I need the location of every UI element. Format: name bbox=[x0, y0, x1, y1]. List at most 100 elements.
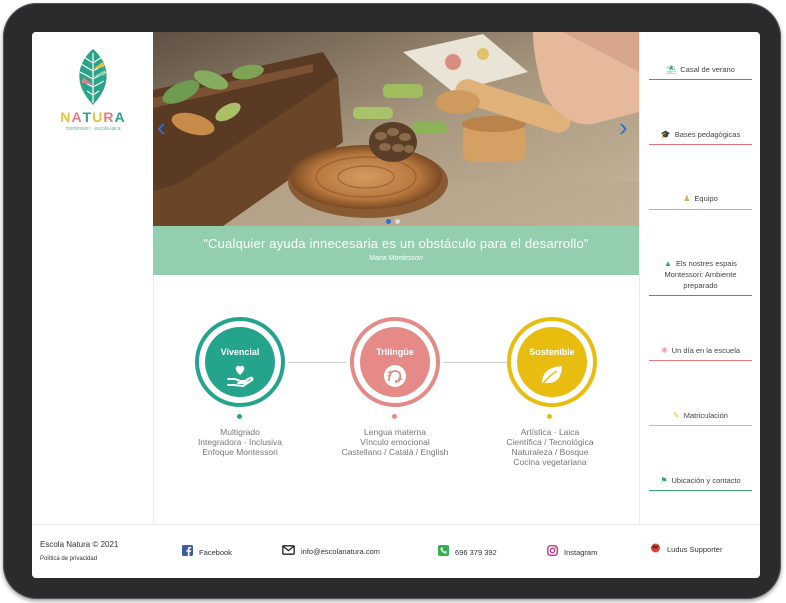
side-menu: ⛱ Casal de verano 🎓 Bases pedagógicas ♟ Equ… bbox=[639, 32, 760, 524]
feature-ring: Trilingüe bbox=[350, 317, 440, 407]
feature-dot bbox=[547, 414, 552, 419]
menu-underline bbox=[649, 79, 752, 80]
menu-item-label: Ubicación y contacto bbox=[671, 476, 741, 485]
feature-list-item: Castellano / Català / English bbox=[341, 447, 449, 457]
feature-list-sostenible: Artística · Laica Científica / Tecnológi… bbox=[480, 427, 620, 467]
brand-tagline: montessori · escola laica bbox=[65, 126, 121, 132]
phone-label: 696 379 392 bbox=[455, 547, 497, 557]
feature-list-item: Científica / Tecnológica bbox=[506, 437, 594, 447]
menu-item-label: Casal de verano bbox=[680, 65, 735, 74]
brand-letter: N bbox=[60, 109, 72, 125]
menu-item-label: Els nostres espais Montessori: Ambiente … bbox=[664, 259, 737, 290]
sun-icon: ❄ bbox=[660, 346, 668, 355]
menu-item-label: Equipo bbox=[694, 194, 718, 203]
brand-wordmark: NATURA bbox=[56, 109, 130, 125]
team-icon: ♟ bbox=[683, 194, 691, 203]
menu-underline bbox=[649, 490, 752, 491]
feature-vivencial[interactable]: Vivencial bbox=[195, 317, 285, 407]
menu-item-equipo[interactable]: ♟ Equipo bbox=[649, 193, 752, 204]
feature-list-item: Lengua materna bbox=[364, 427, 426, 437]
feature-list-item: Multigrado bbox=[220, 427, 260, 437]
instagram-label: Instagram bbox=[564, 547, 598, 557]
brand-letter: A bbox=[114, 109, 126, 125]
quote-author: Maria Montessori bbox=[369, 255, 423, 262]
site-footer: Escola Natura © 2021 Política de privaci… bbox=[32, 524, 760, 578]
menu-underline bbox=[649, 144, 752, 145]
brand-letter: T bbox=[82, 109, 93, 125]
feature-list-item: Naturaleza / Bosque bbox=[511, 447, 589, 457]
tablet-frame: NATURA montessori · escola laica ‹ › "Cu… bbox=[3, 3, 781, 599]
feature-ring: Sostenible bbox=[507, 317, 597, 407]
carousel-dot-2[interactable] bbox=[395, 219, 400, 224]
feature-list-vivencial: Multigrado Integradora · Inclusiva Enfoq… bbox=[170, 427, 310, 457]
feature-list-item: Vínculo emocional bbox=[360, 437, 430, 447]
feature-circle: Sostenible bbox=[517, 327, 587, 397]
hero-prev-arrow[interactable]: ‹ bbox=[157, 114, 171, 140]
facebook-link[interactable]: Facebook bbox=[182, 545, 232, 559]
feature-list-trilingue: Lengua materna Vínculo emocional Castell… bbox=[325, 427, 465, 457]
leaf-icon bbox=[517, 363, 587, 389]
form-pencil-icon: ✎ bbox=[673, 411, 680, 420]
logo-column: NATURA montessori · escola laica bbox=[32, 32, 154, 524]
feature-trilingue[interactable]: Trilingüe bbox=[350, 317, 440, 407]
brand-letter: A bbox=[71, 109, 83, 125]
feature-title: Trilingüe bbox=[376, 347, 414, 357]
feature-circle: Trilingüe bbox=[360, 327, 430, 397]
feature-dot bbox=[237, 414, 242, 419]
menu-item-bases[interactable]: 🎓 Bases pedagógicas bbox=[649, 129, 752, 140]
whatsapp-phone-icon bbox=[438, 545, 449, 559]
feature-title: Vivencial bbox=[220, 347, 260, 357]
menu-item-espais[interactable]: ▲ Els nostres espais Montessori: Ambiente… bbox=[649, 258, 752, 291]
brand-letter: U bbox=[92, 109, 104, 125]
feature-ring: Vivencial bbox=[195, 317, 285, 407]
menu-item-label: Matriculación bbox=[683, 411, 728, 420]
hero-next-arrow[interactable]: › bbox=[619, 114, 633, 140]
email-label: info@escolanatura.com bbox=[301, 547, 380, 556]
hero-carousel: ‹ › bbox=[153, 32, 639, 226]
instagram-link[interactable]: Instagram bbox=[546, 544, 598, 559]
feature-list-item: Integradora · Inclusiva bbox=[197, 437, 283, 447]
feature-dot bbox=[392, 414, 397, 419]
brand-letter: R bbox=[103, 109, 115, 125]
feature-sostenible[interactable]: Sostenible bbox=[507, 317, 597, 407]
privacy-link[interactable]: Política de privacidad bbox=[40, 556, 97, 562]
menu-item-label: Un día en la escuela bbox=[671, 346, 741, 355]
menu-item-ubicacion[interactable]: ⚑ Ubicación y contacto bbox=[649, 475, 752, 486]
feature-connector bbox=[443, 362, 508, 363]
ludus-logo-icon bbox=[650, 543, 661, 556]
feature-title: Sostenible bbox=[529, 347, 575, 357]
menu-underline bbox=[649, 360, 752, 361]
leaf-logo-icon bbox=[79, 49, 107, 105]
feature-circle: Vivencial bbox=[205, 327, 275, 397]
ludus-supporter-link[interactable]: Ludus Supporter bbox=[650, 543, 722, 556]
location-icon: ⚑ bbox=[660, 476, 668, 485]
feature-list-item: Cocina vegetariana bbox=[513, 457, 587, 467]
menu-underline bbox=[649, 295, 752, 296]
menu-underline bbox=[649, 209, 752, 210]
menu-item-dia[interactable]: ❄ Un día en la escuela bbox=[649, 345, 752, 356]
menu-item-matriculacion[interactable]: ✎ Matriculación bbox=[649, 410, 752, 421]
site-logo[interactable]: NATURA montessori · escola laica bbox=[56, 47, 130, 132]
menu-item-casal[interactable]: ⛱ Casal de verano bbox=[649, 64, 752, 75]
facebook-icon bbox=[182, 545, 193, 559]
quote-banner: "Cualquier ayuda innecesaria es un obstá… bbox=[153, 226, 639, 275]
feature-connector bbox=[288, 362, 346, 363]
footer-copyright: Escola Natura © 2021 bbox=[40, 540, 119, 549]
menu-underline bbox=[649, 425, 752, 426]
tree-icon: ▲ bbox=[664, 259, 673, 268]
beach-umbrella-icon: ⛱ bbox=[666, 65, 677, 74]
feature-list-item: Artística · Laica bbox=[520, 427, 580, 437]
carousel-dots bbox=[384, 211, 402, 226]
talking-head-icon bbox=[360, 363, 430, 389]
phone-link[interactable]: 696 379 392 bbox=[438, 545, 497, 559]
envelope-icon bbox=[282, 545, 295, 558]
hero-photo bbox=[153, 32, 639, 226]
feature-list-item: Enfoque Montessori bbox=[202, 447, 278, 457]
carousel-dot-1[interactable] bbox=[386, 219, 391, 224]
facebook-label: Facebook bbox=[199, 547, 232, 557]
email-link[interactable]: info@escolanatura.com bbox=[282, 545, 380, 558]
quote-text: "Cualquier ayuda innecesaria es un obstá… bbox=[203, 236, 589, 251]
menu-item-label: Bases pedagógicas bbox=[674, 130, 741, 139]
instagram-icon bbox=[546, 544, 559, 559]
graduation-cap-icon: 🎓 bbox=[660, 130, 671, 139]
